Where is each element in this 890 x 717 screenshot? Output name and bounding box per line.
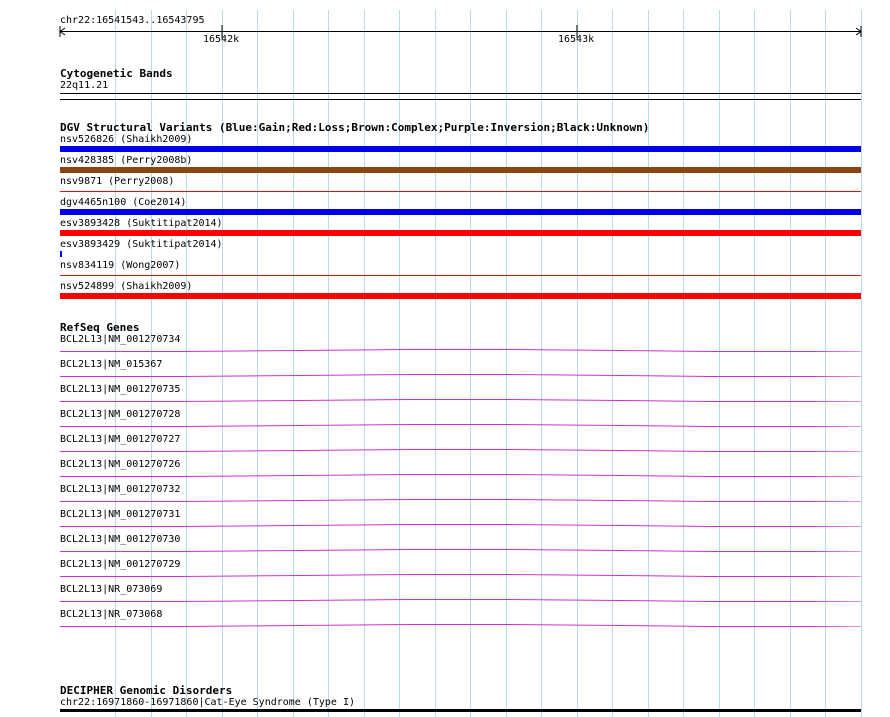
- gene-model[interactable]: [60, 371, 861, 377]
- ruler-tick-label: 16542k: [203, 34, 240, 45]
- gene-model[interactable]: [60, 471, 861, 477]
- dgv-track-title: DGV Structural Variants (Blue:Gain;Red:L…: [60, 121, 650, 134]
- gene-model[interactable]: [60, 446, 861, 452]
- variant-label: nsv428385 (Perry2008b): [60, 155, 193, 166]
- gene-label: BCL2L13|NM_001270726: [60, 459, 181, 470]
- gene-model[interactable]: [60, 496, 861, 502]
- variant-label: nsv526826 (Shaikh2009): [60, 134, 193, 145]
- gene-model[interactable]: [60, 546, 861, 552]
- gene-label: BCL2L13|NR_073068: [60, 609, 163, 620]
- variant-bar[interactable]: [60, 251, 62, 257]
- variant-bar[interactable]: [60, 209, 861, 215]
- gene-label: BCL2L13|NM_001270735: [60, 384, 181, 395]
- gene-label: BCL2L13|NM_001270734: [60, 334, 181, 345]
- gene-model[interactable]: [60, 421, 861, 427]
- gene-model[interactable]: [60, 396, 861, 402]
- variant-label: nsv9871 (Perry2008): [60, 176, 175, 187]
- cytoband-top-border: [60, 93, 861, 94]
- variant-label: dgv4465n100 (Coe2014): [60, 197, 187, 208]
- ruler-axis: [59, 25, 862, 38]
- coordinates-label: chr22:16541543..16543795: [60, 15, 205, 26]
- gene-model[interactable]: [60, 571, 861, 577]
- gene-label: BCL2L13|NR_073069: [60, 584, 163, 595]
- variant-label: nsv834119 (Wong2007): [60, 260, 181, 271]
- cytoband-label: 22q11.21: [60, 80, 109, 91]
- gene-label: BCL2L13|NM_001270730: [60, 534, 181, 545]
- decipher-entry-label: chr22:16971860-16971860|Cat-Eye Syndrome…: [60, 697, 356, 708]
- gene-label: BCL2L13|NM_015367: [60, 359, 163, 370]
- variant-bar[interactable]: [60, 230, 861, 236]
- cytogenetic-bands-title: Cytogenetic Bands: [60, 67, 173, 80]
- gene-label: BCL2L13|NM_001270728: [60, 409, 181, 420]
- decipher-track-title: DECIPHER Genomic Disorders: [60, 684, 233, 697]
- gene-label: BCL2L13|NM_001270732: [60, 484, 181, 495]
- gene-label: BCL2L13|NM_001270727: [60, 434, 181, 445]
- ruler-tick-label: 16543k: [558, 34, 595, 45]
- gene-model[interactable]: [60, 596, 861, 602]
- variant-bar[interactable]: [60, 167, 861, 173]
- gene-label: BCL2L13|NM_001270731: [60, 509, 181, 520]
- variant-label: nsv524899 (Shaikh2009): [60, 281, 193, 292]
- refseq-track-title: RefSeq Genes: [60, 321, 140, 334]
- decipher-bar[interactable]: [60, 709, 861, 712]
- variant-label: esv3893429 (Suktitipat2014): [60, 239, 223, 250]
- gene-label: BCL2L13|NM_001270729: [60, 559, 181, 570]
- gene-model[interactable]: [60, 346, 861, 352]
- gene-model[interactable]: [60, 621, 861, 627]
- variant-bar[interactable]: [60, 146, 861, 152]
- variant-label: esv3893428 (Suktitipat2014): [60, 218, 223, 229]
- variant-bar[interactable]: [60, 275, 861, 276]
- cytoband-bottom-border: [60, 99, 861, 100]
- variant-bar[interactable]: [60, 191, 861, 192]
- gene-model[interactable]: [60, 521, 861, 527]
- variant-bar[interactable]: [60, 293, 861, 299]
